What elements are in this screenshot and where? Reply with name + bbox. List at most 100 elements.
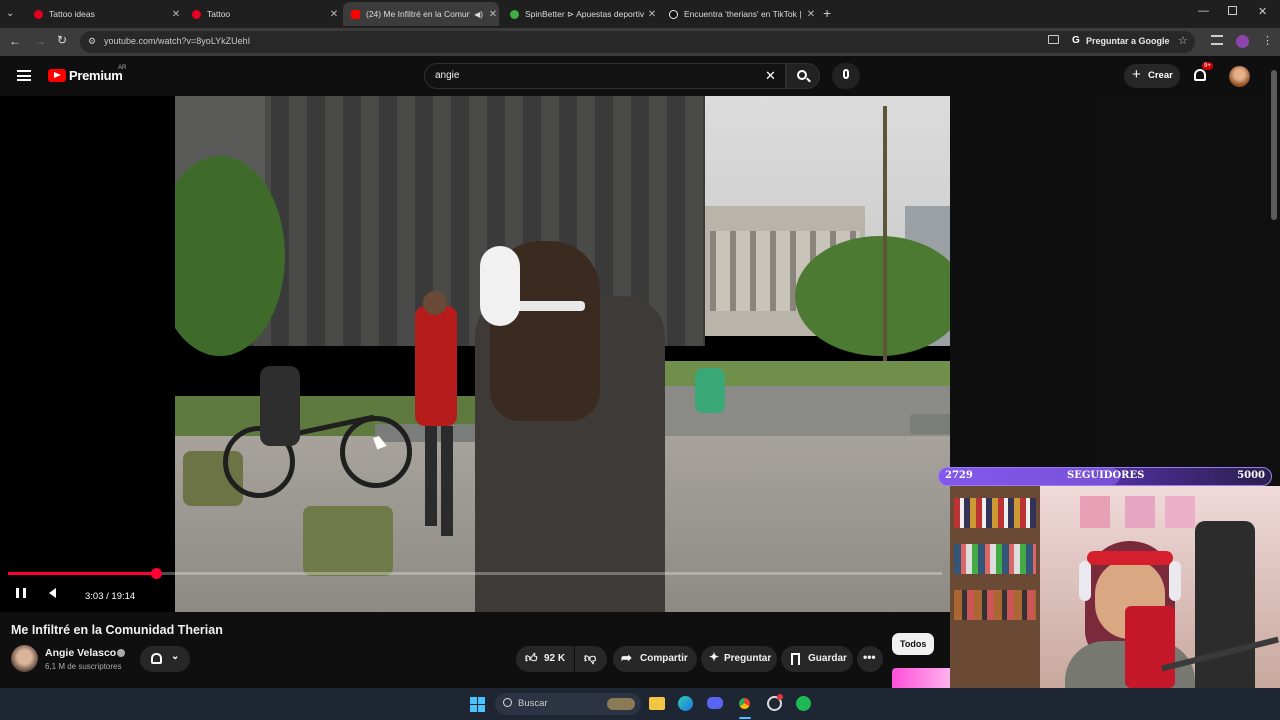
stone-stool	[303, 506, 393, 576]
search-button[interactable]	[786, 63, 820, 89]
cast-icon[interactable]	[1048, 35, 1059, 44]
person-leg	[425, 426, 437, 526]
create-button[interactable]: + Crear	[1124, 64, 1180, 88]
minimize-button[interactable]: —	[1198, 5, 1209, 17]
youtube-header: Premium AR angie ✕ + Crear 9+	[0, 56, 1280, 96]
app-notification-dot	[777, 694, 783, 700]
chip-all[interactable]: Todos	[892, 633, 934, 655]
user-avatar[interactable]	[1229, 66, 1250, 87]
like-count: 92 K	[544, 653, 566, 664]
tree	[795, 236, 950, 356]
site-info-icon[interactable]: ⚙	[88, 36, 96, 47]
spinbetter-icon	[510, 9, 519, 19]
chrome-icon[interactable]	[737, 696, 752, 711]
headphone-right	[1169, 561, 1181, 601]
volume-button[interactable]	[42, 580, 68, 606]
close-icon[interactable]: ✕	[170, 9, 182, 20]
close-icon[interactable]: ✕	[646, 9, 658, 20]
tab-title: Tattoo	[207, 9, 231, 19]
logo-text[interactable]: Premium	[69, 68, 123, 83]
forward-icon[interactable]: →	[34, 34, 46, 48]
bookmark-icon	[791, 653, 800, 665]
reload-icon[interactable]: ↻	[57, 33, 67, 47]
channel-avatar[interactable]	[11, 645, 38, 672]
browser-menu-icon[interactable]: ⋮	[1262, 34, 1273, 47]
url-text[interactable]: youtube.com/watch?v=8yoLYkZUehI	[104, 36, 250, 46]
microphone-icon	[843, 69, 849, 79]
save-button[interactable]: Guardar	[781, 646, 853, 672]
browser-tab[interactable]: SpinBetter ⊳ Apuestas deportiv ✕	[502, 2, 658, 26]
new-tab-button[interactable]: +	[823, 5, 831, 21]
page-scrollbar[interactable]	[1271, 70, 1277, 220]
dislike-button[interactable]: 👎︎	[575, 646, 607, 672]
spotify-icon[interactable]	[796, 696, 811, 711]
video-frame[interactable]	[175, 96, 950, 612]
taskbar-search-box[interactable]: Buscar	[495, 693, 641, 715]
browser-tab-active[interactable]: (24) Me Infiltré en la Comun ◀) ✕	[343, 2, 499, 26]
clear-search-icon[interactable]: ✕	[765, 68, 776, 84]
notifications-button[interactable]: 9+	[1192, 62, 1213, 86]
plus-icon: +	[1132, 66, 1141, 83]
tab-search-icon[interactable]: ⌄	[6, 8, 18, 20]
person-head	[423, 291, 447, 315]
bike-wheel	[340, 416, 412, 488]
voice-search-button[interactable]	[832, 63, 860, 89]
ask-label: Preguntar	[724, 653, 772, 664]
seek-bar[interactable]	[8, 568, 942, 579]
follower-label: SEGUIDORES	[1067, 470, 1145, 481]
browser-tab[interactable]: Tattoo ✕	[184, 2, 340, 26]
close-icon[interactable]: ✕	[328, 9, 340, 20]
search-value[interactable]: angie	[435, 70, 459, 81]
wall-art	[1165, 496, 1195, 528]
channel-name[interactable]: Angie Velasco	[45, 647, 116, 659]
menu-icon[interactable]	[17, 70, 31, 81]
subscription-bell-button[interactable]: ⌄	[140, 646, 190, 672]
books	[954, 498, 1036, 528]
discord-icon[interactable]	[707, 697, 723, 709]
ask-google-button[interactable]: Preguntar a Google	[1086, 36, 1170, 46]
follower-goal-bar: 2729 SEGUIDORES 5000	[938, 467, 1272, 486]
wall-art	[1125, 496, 1155, 528]
close-icon[interactable]: ✕	[487, 9, 499, 20]
animal-mask-ear	[480, 246, 520, 326]
media-controls-icon[interactable]	[1211, 35, 1223, 45]
video-player[interactable]: 3:03 / 19:14	[0, 96, 950, 612]
address-bar[interactable]: ⚙ youtube.com/watch?v=8yoLYkZUehI G Preg…	[80, 31, 1195, 53]
subscriber-count: 6,1 M de suscriptores	[45, 662, 122, 671]
share-button[interactable]: ➦ Compartir	[613, 646, 697, 672]
youtube-logo[interactable]	[48, 69, 66, 82]
profile-avatar[interactable]	[1236, 35, 1249, 48]
seek-scrubber[interactable]	[151, 568, 162, 579]
youtube-icon	[351, 9, 360, 19]
thumbs-down-icon: 👎︎	[584, 651, 597, 665]
search-input[interactable]: angie ✕	[424, 63, 786, 89]
file-explorer-icon[interactable]	[649, 697, 665, 710]
browser-tab[interactable]: Tattoo ideas ✕	[26, 2, 182, 26]
taskbar-search-placeholder: Buscar	[518, 698, 548, 709]
pinterest-icon	[192, 9, 201, 19]
close-icon[interactable]: ✕	[805, 9, 817, 20]
thumbs-up-icon: 👍︎	[525, 651, 538, 665]
time-text: 3:03 / 19:14	[85, 591, 136, 602]
speaker-icon[interactable]: ◀)	[474, 10, 483, 19]
search-highlight-icon	[607, 698, 635, 710]
time-display: 3:03 / 19:14	[76, 580, 145, 606]
edge-icon[interactable]	[678, 696, 693, 711]
chip-all-label: Todos	[900, 639, 927, 649]
restore-button[interactable]	[1228, 6, 1237, 15]
browser-tab[interactable]: Encuentra 'therians' en TikTok | ✕	[661, 2, 817, 26]
books	[954, 590, 1036, 620]
close-window-button[interactable]: ✕	[1258, 5, 1267, 18]
verified-icon	[117, 649, 125, 657]
like-button[interactable]: 👍︎ 92 K	[516, 646, 574, 672]
recommended-thumbnail[interactable]	[892, 668, 950, 688]
ask-button[interactable]: ✦ Preguntar	[701, 646, 777, 672]
video-title: Me Infiltré en la Comunidad Therian	[11, 623, 223, 637]
back-icon[interactable]: ←	[9, 34, 21, 48]
bell-icon	[1194, 69, 1206, 81]
start-icon[interactable]	[470, 697, 485, 712]
bookmark-star-icon[interactable]: ☆	[1178, 34, 1188, 47]
more-actions-button[interactable]: •••	[857, 646, 883, 672]
seek-bar-played	[8, 572, 156, 575]
play-pause-button[interactable]	[8, 580, 34, 606]
